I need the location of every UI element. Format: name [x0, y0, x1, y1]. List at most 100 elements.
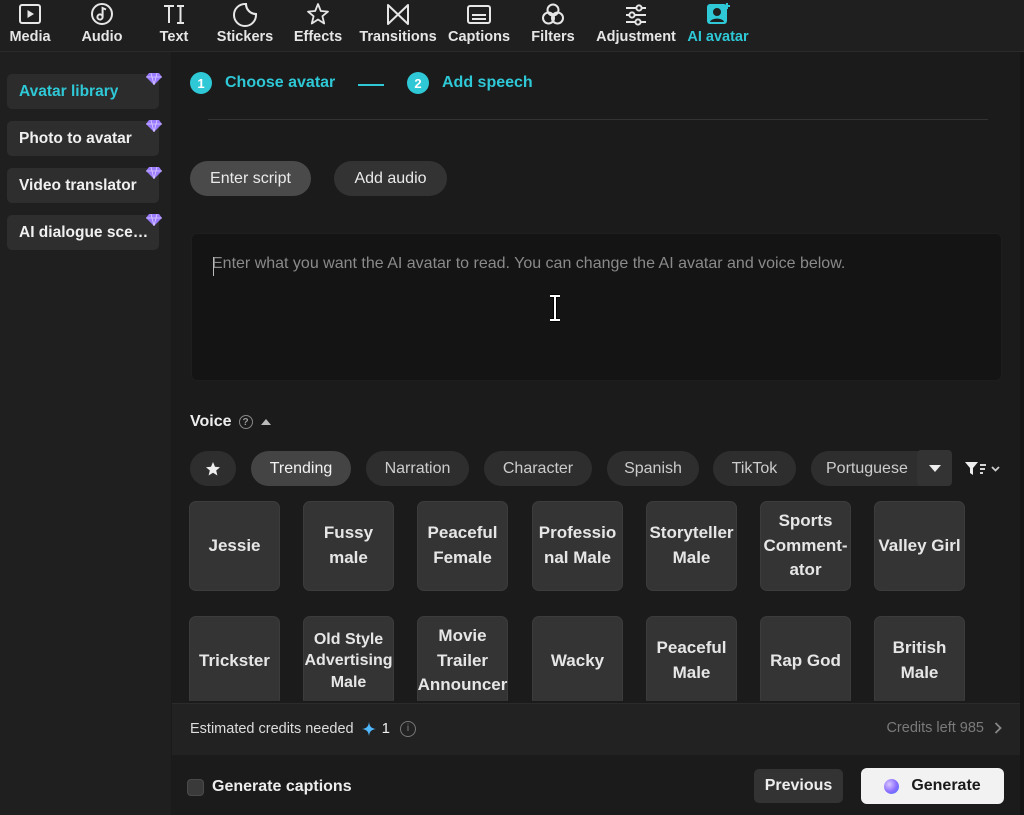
- voice-card-fussy-male[interactable]: Fussy male: [303, 501, 394, 591]
- voice-filter-bar: Trending Narration Character Spanish Tik…: [190, 451, 1000, 486]
- voice-card-jessie[interactable]: Jessie: [189, 501, 280, 591]
- ai-avatar-icon: [707, 3, 730, 24]
- chevron-right-icon: [994, 722, 1002, 734]
- voice-card-movie-trailer-announcer[interactable]: Movie Trailer Announcer: [417, 616, 508, 701]
- sidebar-item-ai-dialogue-scenes[interactable]: AI dialogue scenes: [7, 215, 159, 250]
- tab-label: Text: [159, 29, 189, 45]
- filter-chip-trending[interactable]: Trending: [251, 451, 351, 486]
- tab-label: Adjustment: [596, 29, 676, 45]
- tab-audio[interactable]: Audio: [80, 0, 124, 50]
- tab-label: AI avatar: [687, 29, 749, 45]
- generate-label: Generate: [911, 777, 981, 794]
- script-input[interactable]: [192, 234, 1001, 380]
- tab-media[interactable]: Media: [8, 0, 52, 50]
- voice-card-peaceful-male[interactable]: Peaceful Male: [646, 616, 737, 701]
- premium-gem-icon: [146, 120, 162, 132]
- sidebar-item-video-translator[interactable]: Video translator: [7, 168, 159, 203]
- tab-label: Stickers: [216, 29, 274, 45]
- filter-chip-spanish[interactable]: Spanish: [607, 451, 699, 486]
- help-icon[interactable]: ?: [238, 415, 253, 429]
- credits-left-label: Credits left: [886, 720, 956, 736]
- ibeam-cursor-icon: [550, 294, 560, 322]
- step-connector: [358, 84, 384, 86]
- audio-icon: [91, 3, 113, 25]
- tab-captions[interactable]: Captions: [446, 0, 512, 50]
- credits-left-link[interactable]: Credits left 985: [886, 720, 1002, 736]
- filter-chip-tiktok[interactable]: TikTok: [713, 451, 796, 486]
- voice-section-toggle[interactable]: Voice ?: [190, 413, 271, 431]
- sidebar-item-label: Video translator: [19, 176, 137, 194]
- filters-icon: [542, 3, 564, 25]
- voice-card-professional-male[interactable]: Professio nal Male: [532, 501, 623, 591]
- step-label: Add speech: [442, 74, 533, 91]
- filter-chip-narration[interactable]: Narration: [366, 451, 469, 486]
- generate-captions-toggle[interactable]: Generate captions: [187, 778, 352, 796]
- sidebar-item-label: AI dialogue scenes: [19, 223, 151, 241]
- generate-orb-icon: [884, 778, 900, 794]
- estimated-credits-label: Estimated credits needed: [190, 720, 354, 737]
- dropdown-arrow-icon: [928, 464, 941, 472]
- voice-card-old-style-advertising-male[interactable]: Old Style Advertising Male: [303, 616, 394, 701]
- step-choose-avatar[interactable]: 1 Choose avatar: [190, 72, 335, 94]
- sparkle-icon: [361, 721, 376, 736]
- collapse-arrow-icon: [260, 419, 271, 425]
- filter-chip-character[interactable]: Character: [484, 451, 592, 486]
- tab-label: Filters: [531, 29, 575, 45]
- left-sidebar: Avatar library Photo to avatar Video tra…: [0, 52, 172, 815]
- ai-avatar-panel: 1 Choose avatar 2 Add speech Enter scrip…: [172, 52, 1020, 815]
- tab-filters[interactable]: Filters: [529, 0, 577, 50]
- stickers-icon: [233, 3, 257, 27]
- credits-left-value: 985: [959, 720, 984, 736]
- bottom-action-bar: Generate captions Previous Generate: [172, 755, 1020, 815]
- credits-bar: Estimated credits needed 1 i Credits lef…: [172, 703, 1020, 755]
- sidebar-item-label: Photo to avatar: [19, 129, 132, 147]
- text-caret: [213, 257, 214, 276]
- text-icon: [164, 5, 184, 24]
- generate-button[interactable]: Generate: [861, 768, 1004, 804]
- info-icon[interactable]: i: [399, 720, 416, 737]
- voice-card-peaceful-female[interactable]: Peaceful Female: [417, 501, 508, 591]
- tab-effects[interactable]: Effects: [291, 0, 345, 50]
- tab-label: Transitions: [359, 29, 437, 45]
- credits-needed-value: 1: [381, 720, 390, 737]
- more-filters-button[interactable]: [917, 450, 952, 486]
- step-number: 2: [407, 72, 429, 94]
- media-icon: [19, 4, 41, 24]
- adjustment-icon: [626, 4, 646, 26]
- divider: [208, 119, 988, 120]
- transitions-icon: [387, 4, 409, 25]
- star-icon: [206, 461, 220, 475]
- step-add-speech[interactable]: 2 Add speech: [407, 72, 533, 94]
- previous-button[interactable]: Previous: [754, 769, 843, 803]
- tab-ai-avatar[interactable]: AI avatar: [686, 0, 750, 50]
- premium-gem-icon: [146, 167, 162, 179]
- favorites-chip[interactable]: [190, 451, 236, 486]
- premium-gem-icon: [146, 214, 162, 226]
- sidebar-item-label: Avatar library: [19, 82, 119, 100]
- generate-captions-checkbox[interactable]: [187, 778, 204, 796]
- voice-card-sports-commentator[interactable]: Sports Comment- ator: [760, 501, 851, 591]
- tab-transitions[interactable]: Transitions: [358, 0, 438, 50]
- sidebar-item-avatar-library[interactable]: Avatar library: [7, 74, 159, 109]
- voice-card-british-male[interactable]: British Male: [874, 616, 965, 701]
- voice-card-storyteller-male[interactable]: Storyteller Male: [646, 501, 737, 591]
- voice-grid: Jessie Fussy male Peaceful Female Profes…: [189, 501, 1001, 701]
- estimated-credits: Estimated credits needed 1 i: [190, 720, 416, 737]
- tab-label: Media: [9, 29, 51, 45]
- voice-card-valley-girl[interactable]: Valley Girl: [874, 501, 965, 591]
- top-toolbar: Media Audio Text Stickers Effects Transi…: [0, 0, 1024, 52]
- tab-adjustment[interactable]: Adjustment: [594, 0, 678, 50]
- step-label: Choose avatar: [225, 74, 336, 91]
- premium-gem-icon: [146, 73, 162, 85]
- tab-stickers[interactable]: Stickers: [215, 0, 275, 50]
- tab-text[interactable]: Text: [155, 0, 193, 50]
- sort-filter-icon[interactable]: [963, 457, 1003, 481]
- sidebar-item-photo-to-avatar[interactable]: Photo to avatar: [7, 121, 159, 156]
- voice-card-rap-god[interactable]: Rap God: [760, 616, 851, 701]
- add-audio-button[interactable]: Add audio: [334, 161, 447, 196]
- voice-label: Voice: [190, 413, 232, 430]
- voice-card-trickster[interactable]: Trickster: [189, 616, 280, 701]
- voice-card-wacky[interactable]: Wacky: [532, 616, 623, 701]
- enter-script-button[interactable]: Enter script: [190, 161, 311, 196]
- step-number: 1: [190, 72, 212, 94]
